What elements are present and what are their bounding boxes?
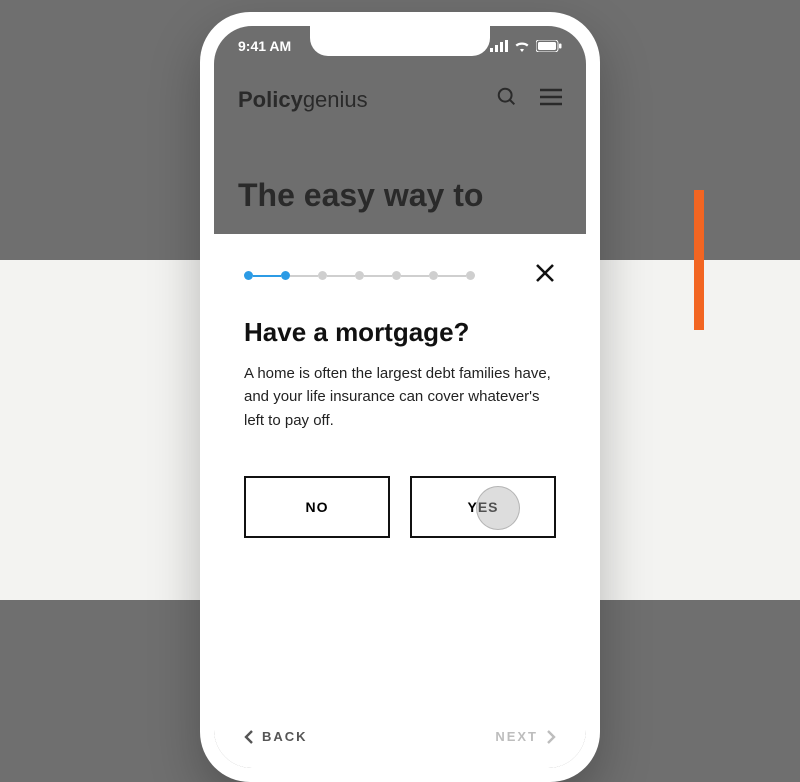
signal-icon	[490, 40, 508, 52]
option-no-label: NO	[306, 499, 329, 515]
progress-steps	[244, 271, 475, 280]
question-modal: Have a mortgage? A home is often the lar…	[214, 234, 586, 768]
progress-dot	[392, 271, 401, 280]
question-title: Have a mortgage?	[244, 317, 556, 348]
progress-dot	[355, 271, 364, 280]
menu-icon[interactable]	[540, 88, 562, 111]
next-label: NEXT	[495, 729, 538, 744]
progress-segment	[290, 275, 318, 277]
progress-segment	[253, 275, 281, 277]
progress-dot	[281, 271, 290, 280]
progress-dot	[244, 271, 253, 280]
phone-screen: 9:41 AM Policygenius The easy way to	[214, 26, 586, 768]
progress-dot	[429, 271, 438, 280]
phone-frame: 9:41 AM Policygenius The easy way to	[200, 12, 600, 782]
back-label: BACK	[262, 729, 308, 744]
battery-icon	[536, 40, 562, 52]
brand-part2: genius	[303, 87, 368, 112]
brand-part1: Policy	[238, 87, 303, 112]
progress-dot	[318, 271, 327, 280]
back-button[interactable]: BACK	[244, 729, 308, 744]
search-icon[interactable]	[496, 86, 518, 113]
option-yes-label: YES	[467, 499, 498, 515]
option-no[interactable]: NO	[244, 476, 390, 538]
brand-logo: Policygenius	[238, 87, 368, 113]
options-row: NO YES	[244, 476, 556, 538]
progress-segment	[327, 275, 355, 277]
chevron-right-icon	[546, 730, 556, 744]
progress-segment	[438, 275, 466, 277]
progress-dot	[466, 271, 475, 280]
chevron-left-icon	[244, 730, 254, 744]
progress-segment	[401, 275, 429, 277]
app-header: Policygenius	[214, 76, 586, 123]
modal-nav: BACK NEXT	[244, 729, 556, 744]
progress-segment	[364, 275, 392, 277]
status-icons	[490, 40, 562, 52]
status-time: 9:41 AM	[238, 38, 291, 54]
option-yes[interactable]: YES	[410, 476, 556, 538]
hero-heading: The easy way to	[238, 176, 562, 214]
question-body: A home is often the largest debt familie…	[244, 362, 556, 432]
close-icon[interactable]	[534, 262, 556, 289]
accent-bar	[694, 190, 704, 330]
next-button: NEXT	[495, 729, 556, 744]
wifi-icon	[514, 40, 530, 52]
phone-notch	[310, 26, 490, 56]
